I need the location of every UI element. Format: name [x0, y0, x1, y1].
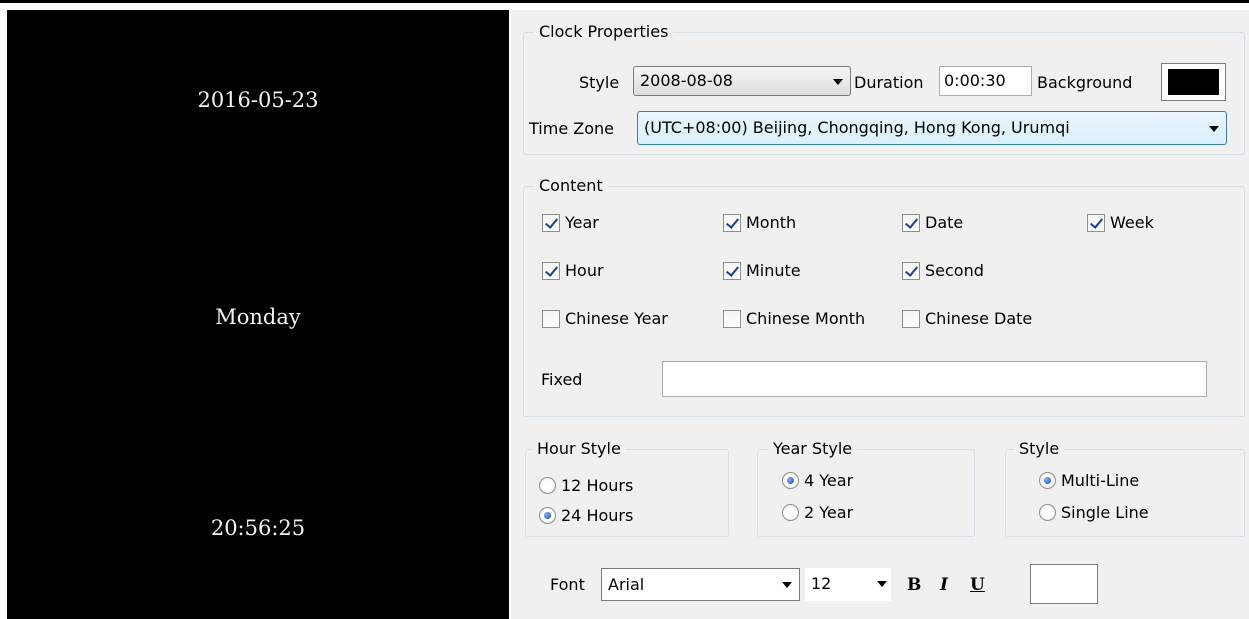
background-color-swatch — [1168, 69, 1219, 95]
week-checkbox[interactable]: Week — [1087, 213, 1154, 232]
preview-date: 2016-05-23 — [197, 88, 319, 112]
year-2-radio[interactable]: 2 Year — [782, 503, 853, 522]
single-line-radio[interactable]: Single Line — [1039, 503, 1149, 522]
checkbox-checked-icon — [723, 261, 741, 280]
content-title: Content — [534, 175, 608, 197]
hour-style-group: Hour Style 12 Hours 24 Hours — [525, 438, 729, 537]
radio-unselected-icon — [1039, 504, 1056, 521]
timezone-label: Time Zone — [529, 119, 614, 138]
chinese-year-label: Chinese Year — [565, 309, 668, 328]
line-style-group: Style Multi-Line Single Line — [1005, 438, 1245, 537]
timezone-value: (UTC+08:00) Beijing, Chongqing, Hong Kon… — [644, 118, 1070, 137]
bold-button[interactable]: B — [907, 574, 921, 596]
checkbox-checked-icon — [902, 213, 920, 232]
font-color-button[interactable] — [1030, 564, 1098, 604]
year-style-title: Year Style — [768, 438, 858, 460]
background-color-button[interactable] — [1161, 63, 1226, 101]
checkbox-checked-icon — [902, 261, 920, 280]
fixed-label: Fixed — [541, 370, 583, 389]
checkbox-unchecked-icon — [902, 309, 920, 328]
checkbox-checked-icon — [542, 213, 560, 232]
hour-label: Hour — [565, 261, 604, 280]
year-label: Year — [565, 213, 599, 232]
properties-panel: Clock Properties Style 2008-08-08 Durati… — [511, 10, 1249, 619]
hour-12-radio[interactable]: 12 Hours — [539, 476, 633, 495]
hour-checkbox[interactable]: Hour — [542, 261, 604, 280]
italic-icon: I — [940, 575, 948, 595]
font-family-dropdown[interactable]: Arial — [601, 568, 800, 601]
underline-icon: U — [970, 575, 985, 595]
multi-line-label: Multi-Line — [1061, 471, 1140, 490]
font-label: Font — [550, 575, 585, 594]
hour-style-title: Hour Style — [532, 438, 626, 460]
background-label: Background — [1037, 73, 1133, 92]
radio-selected-icon — [782, 472, 799, 489]
duration-label: Duration — [854, 73, 924, 92]
hour-24-label: 24 Hours — [561, 506, 634, 525]
bold-icon: B — [907, 575, 922, 595]
chevron-down-icon — [782, 582, 792, 588]
chevron-down-icon — [877, 581, 887, 587]
duration-field[interactable]: 0:00:30 — [939, 66, 1032, 96]
top-border — [0, 0, 1249, 3]
chinese-date-checkbox[interactable]: Chinese Date — [902, 309, 1032, 328]
radio-unselected-icon — [782, 504, 799, 521]
chinese-year-checkbox[interactable]: Chinese Year — [542, 309, 668, 328]
year-4-label: 4 Year — [804, 471, 854, 490]
preview-time: 20:56:25 — [210, 516, 306, 540]
radio-selected-icon — [539, 507, 556, 524]
chinese-month-label: Chinese Month — [746, 309, 866, 328]
hour-24-radio[interactable]: 24 Hours — [539, 506, 633, 525]
month-checkbox[interactable]: Month — [723, 213, 796, 232]
minute-label: Minute — [746, 261, 801, 280]
fixed-text-field[interactable] — [662, 361, 1207, 397]
style-dropdown[interactable]: 2008-08-08 — [633, 66, 851, 96]
underline-button[interactable]: U — [970, 574, 985, 596]
chevron-down-icon — [833, 79, 843, 85]
checkbox-checked-icon — [1087, 213, 1105, 232]
year-style-group: Year Style 4 Year 2 Year — [757, 438, 975, 537]
date-label: Date — [925, 213, 964, 232]
chevron-down-icon — [1209, 126, 1219, 132]
timezone-dropdown[interactable]: (UTC+08:00) Beijing, Chongqing, Hong Kon… — [637, 111, 1227, 145]
multi-line-radio[interactable]: Multi-Line — [1039, 471, 1139, 490]
preview-weekday: Monday — [215, 305, 301, 329]
date-checkbox[interactable]: Date — [902, 213, 963, 232]
line-style-title: Style — [1014, 438, 1065, 460]
radio-unselected-icon — [539, 477, 556, 494]
italic-button[interactable]: I — [940, 574, 948, 596]
clock-properties-group: Clock Properties Style 2008-08-08 Durati… — [523, 21, 1245, 155]
style-label: Style — [579, 73, 620, 92]
style-value: 2008-08-08 — [640, 71, 733, 90]
second-checkbox[interactable]: Second — [902, 261, 984, 280]
single-line-label: Single Line — [1061, 503, 1149, 522]
font-size-value: 12 — [811, 574, 832, 593]
clock-preview: 2016-05-23 Monday 20:56:25 — [7, 10, 509, 619]
radio-selected-icon — [1039, 472, 1056, 489]
checkbox-unchecked-icon — [542, 309, 560, 328]
month-label: Month — [746, 213, 797, 232]
font-family-value: Arial — [608, 575, 645, 594]
minute-checkbox[interactable]: Minute — [723, 261, 801, 280]
checkbox-checked-icon — [723, 213, 741, 232]
hour-12-label: 12 Hours — [561, 476, 634, 495]
chinese-month-checkbox[interactable]: Chinese Month — [723, 309, 865, 328]
clock-properties-title: Clock Properties — [534, 21, 674, 43]
checkbox-unchecked-icon — [723, 309, 741, 328]
font-size-dropdown[interactable]: 12 — [805, 568, 891, 601]
year-4-radio[interactable]: 4 Year — [782, 471, 853, 490]
year-2-label: 2 Year — [804, 503, 854, 522]
week-label: Week — [1110, 213, 1154, 232]
year-checkbox[interactable]: Year — [542, 213, 599, 232]
second-label: Second — [925, 261, 984, 280]
chinese-date-label: Chinese Date — [925, 309, 1033, 328]
checkbox-checked-icon — [542, 261, 560, 280]
content-group: Content Year Month Date Week Hour Minute… — [523, 175, 1245, 417]
